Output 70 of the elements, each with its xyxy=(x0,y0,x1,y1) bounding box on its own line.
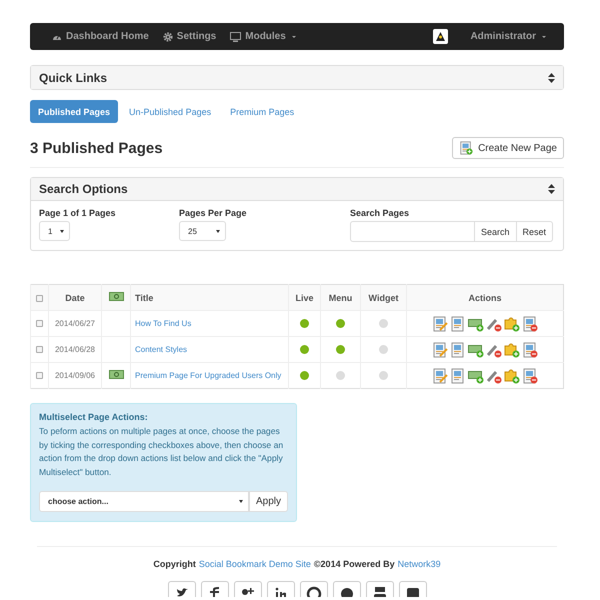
footer-link[interactable]: Network39 xyxy=(398,559,441,569)
action-select[interactable]: choose action... xyxy=(39,491,249,512)
footer-text: ©2014 Powered By xyxy=(314,559,395,569)
sort-icon xyxy=(548,72,555,82)
edit-page-icon[interactable] xyxy=(432,316,448,332)
tab[interactable]: Premium Pages xyxy=(222,100,302,123)
page-remove-icon[interactable] xyxy=(522,342,538,358)
settings-icon xyxy=(162,32,173,42)
info-title: Multiselect Page Actions: xyxy=(39,412,149,422)
money-icon xyxy=(108,292,124,301)
date-cell: 2014/09/06 xyxy=(48,362,102,388)
footer-link[interactable]: Social Bookmark Demo Site xyxy=(198,559,311,569)
social-button[interactable] xyxy=(332,581,360,597)
monitor-icon xyxy=(230,32,242,42)
puzzle-add-icon[interactable] xyxy=(504,342,520,358)
checkbox[interactable] xyxy=(36,294,43,302)
panel-title: Quick Links xyxy=(39,70,108,84)
column-header: Menu xyxy=(320,284,360,310)
footer-text: Copyright xyxy=(153,559,196,569)
social-button[interactable] xyxy=(300,581,328,597)
user-menu[interactable]: Administrator xyxy=(470,31,546,42)
puzzle-add-icon[interactable] xyxy=(504,368,520,384)
page-title-link[interactable]: Premium Page For Upgraded Users Only xyxy=(135,371,282,380)
date-cell: 2014/06/27 xyxy=(48,310,102,336)
tab[interactable]: Un-Published Pages xyxy=(121,100,220,123)
page-remove-icon[interactable] xyxy=(522,368,538,384)
nav-link[interactable]: Modules xyxy=(230,31,296,42)
column-header: Actions xyxy=(406,284,564,310)
social-button[interactable] xyxy=(168,581,196,597)
edit-page-icon[interactable] xyxy=(432,342,448,358)
apply-button[interactable]: Apply xyxy=(248,491,288,512)
column-header: Widget xyxy=(360,284,406,310)
panel-title: Search Options xyxy=(39,182,128,196)
page-add-icon xyxy=(459,140,474,156)
puzzle-add-icon[interactable] xyxy=(504,316,520,332)
checkbox[interactable] xyxy=(36,346,43,354)
social-button[interactable] xyxy=(266,581,294,597)
page-icon[interactable] xyxy=(450,368,466,384)
search-field[interactable] xyxy=(350,221,475,242)
tab[interactable]: Published Pages xyxy=(30,100,118,123)
edit-page-icon[interactable] xyxy=(432,368,448,384)
social-button[interactable] xyxy=(366,581,394,597)
avatar-icon xyxy=(433,29,448,44)
sort-icon xyxy=(548,184,555,194)
social-button[interactable] xyxy=(234,581,262,597)
checkbox[interactable] xyxy=(36,372,43,380)
field-label: Search Pages xyxy=(350,208,410,218)
page-icon[interactable] xyxy=(450,316,466,332)
page-title-link[interactable]: How To Find Us xyxy=(135,319,192,328)
per-page-select[interactable]: 25 xyxy=(179,221,226,241)
info-text: To peform actions on multiple pages at once, choose the pages by ticking the corresponding checkboxes above, then choose an action from the drop down actions list below and click the "Apply Multiselect" button. xyxy=(39,425,284,478)
checkbox[interactable] xyxy=(36,320,43,328)
date-cell: 2014/06/28 xyxy=(48,336,102,362)
search-button[interactable]: Search xyxy=(475,221,517,242)
reset-button[interactable]: Reset xyxy=(516,221,554,242)
column-header: Date xyxy=(48,284,102,310)
column-header: Title xyxy=(130,284,288,310)
social-button[interactable] xyxy=(398,581,426,597)
page-heading: 3 Published Pages xyxy=(30,140,163,156)
nav-link[interactable]: Dashboard Home xyxy=(52,31,149,42)
create-page-button[interactable]: Create New Page xyxy=(452,137,564,159)
page-remove-icon[interactable] xyxy=(522,316,538,332)
field-label: Pages Per Page xyxy=(179,208,248,218)
column-header: Live xyxy=(288,284,320,310)
page-title-link[interactable]: Content Styles xyxy=(135,345,188,354)
page-icon[interactable] xyxy=(450,342,466,358)
field-label: Page 1 of 1 Pages xyxy=(39,208,117,218)
page-select[interactable]: 1 xyxy=(39,221,70,241)
social-button[interactable] xyxy=(200,581,228,597)
nav-link[interactable]: Settings xyxy=(162,31,216,42)
